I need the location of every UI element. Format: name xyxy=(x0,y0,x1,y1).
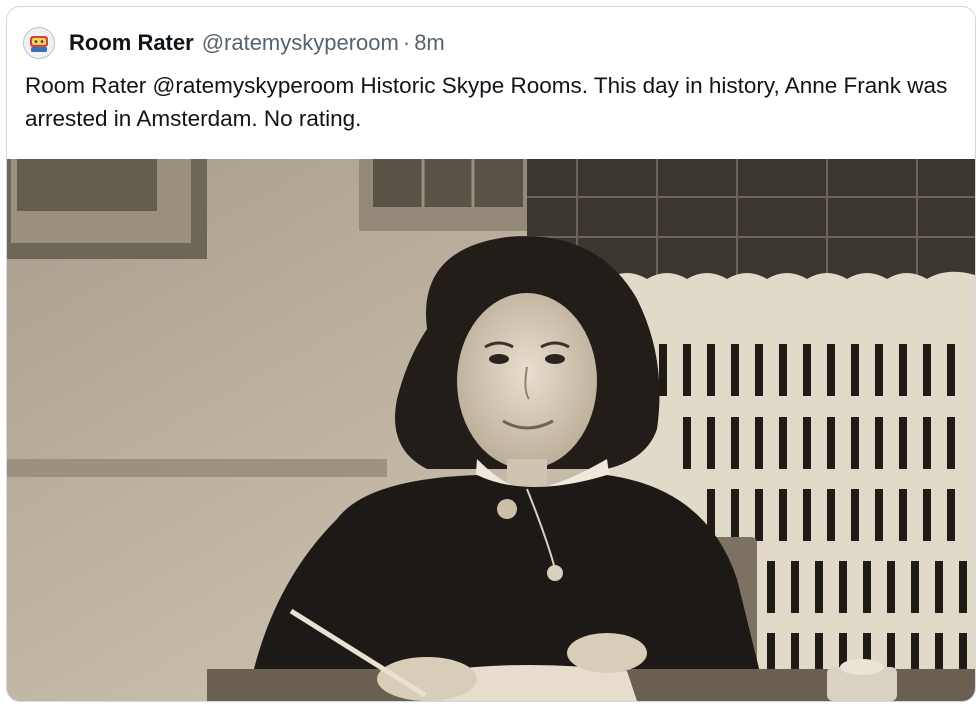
tweet-header: Room Rater @ratemyskyperoom · 8m xyxy=(23,27,445,59)
tweet-card[interactable]: Room Rater @ratemyskyperoom · 8m Room Ra… xyxy=(6,6,976,702)
historic-photo-image xyxy=(7,159,975,701)
room-rater-logo-icon xyxy=(24,28,54,58)
avatar[interactable] xyxy=(23,27,55,59)
tweet-photo[interactable] xyxy=(7,159,975,701)
tweet-timestamp[interactable]: 8m xyxy=(414,30,445,56)
tweet-text: Room Rater @ratemyskyperoom Historic Sky… xyxy=(25,73,948,131)
author-handle[interactable]: @ratemyskyperoom xyxy=(202,30,399,56)
author-name[interactable]: Room Rater xyxy=(69,30,194,56)
separator-dot: · xyxy=(402,30,411,55)
